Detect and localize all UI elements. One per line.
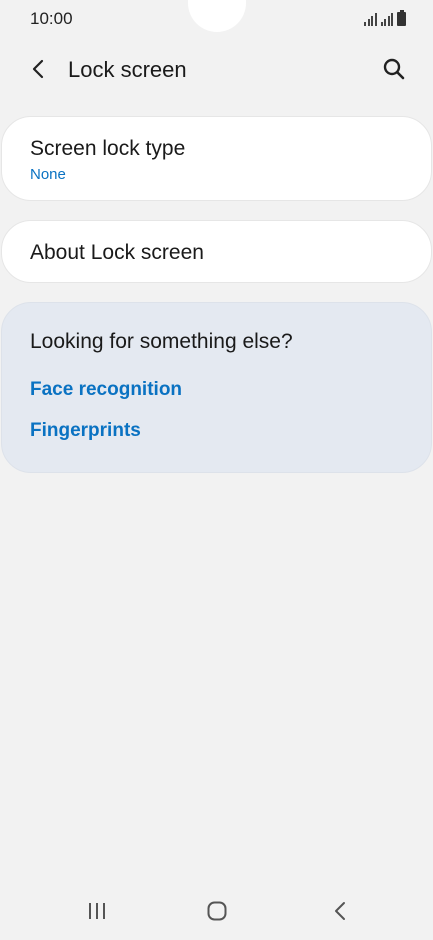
suggestions-heading: Looking for something else? — [30, 330, 293, 353]
status-icons — [364, 10, 406, 26]
fingerprints-link[interactable]: Fingerprints — [30, 420, 141, 442]
recents-button[interactable] — [86, 902, 108, 920]
signal-icon — [364, 12, 377, 26]
status-bar: 10:00 — [0, 0, 433, 36]
recents-icon — [89, 903, 105, 919]
app-bar: Lock screen — [0, 44, 433, 96]
battery-icon — [397, 10, 406, 26]
screen-lock-type-value: None — [30, 166, 66, 183]
page-title: Lock screen — [68, 57, 187, 82]
suggestions-card: Looking for something else? Face recogni… — [1, 302, 432, 473]
screen-lock-type-item[interactable]: Screen lock type None — [1, 116, 432, 201]
navigation-bar — [0, 880, 433, 940]
phone-screen: 10:00 Lock screen Screen lock type None … — [0, 0, 433, 940]
about-lock-screen-label: About Lock screen — [30, 241, 204, 264]
back-button[interactable] — [22, 52, 56, 86]
nav-back-button[interactable] — [330, 900, 350, 922]
search-icon — [383, 58, 405, 80]
camera-notch — [188, 0, 246, 32]
search-button[interactable] — [377, 52, 411, 86]
signal-icon-2 — [380, 12, 393, 26]
about-lock-screen-item[interactable]: About Lock screen — [1, 220, 432, 283]
face-recognition-link[interactable]: Face recognition — [30, 379, 182, 401]
screen-lock-type-label: Screen lock type — [30, 137, 186, 160]
home-icon — [207, 901, 227, 921]
status-time: 10:00 — [30, 9, 73, 28]
chevron-left-icon — [32, 59, 44, 79]
home-button[interactable] — [207, 901, 227, 921]
back-icon — [335, 902, 345, 920]
